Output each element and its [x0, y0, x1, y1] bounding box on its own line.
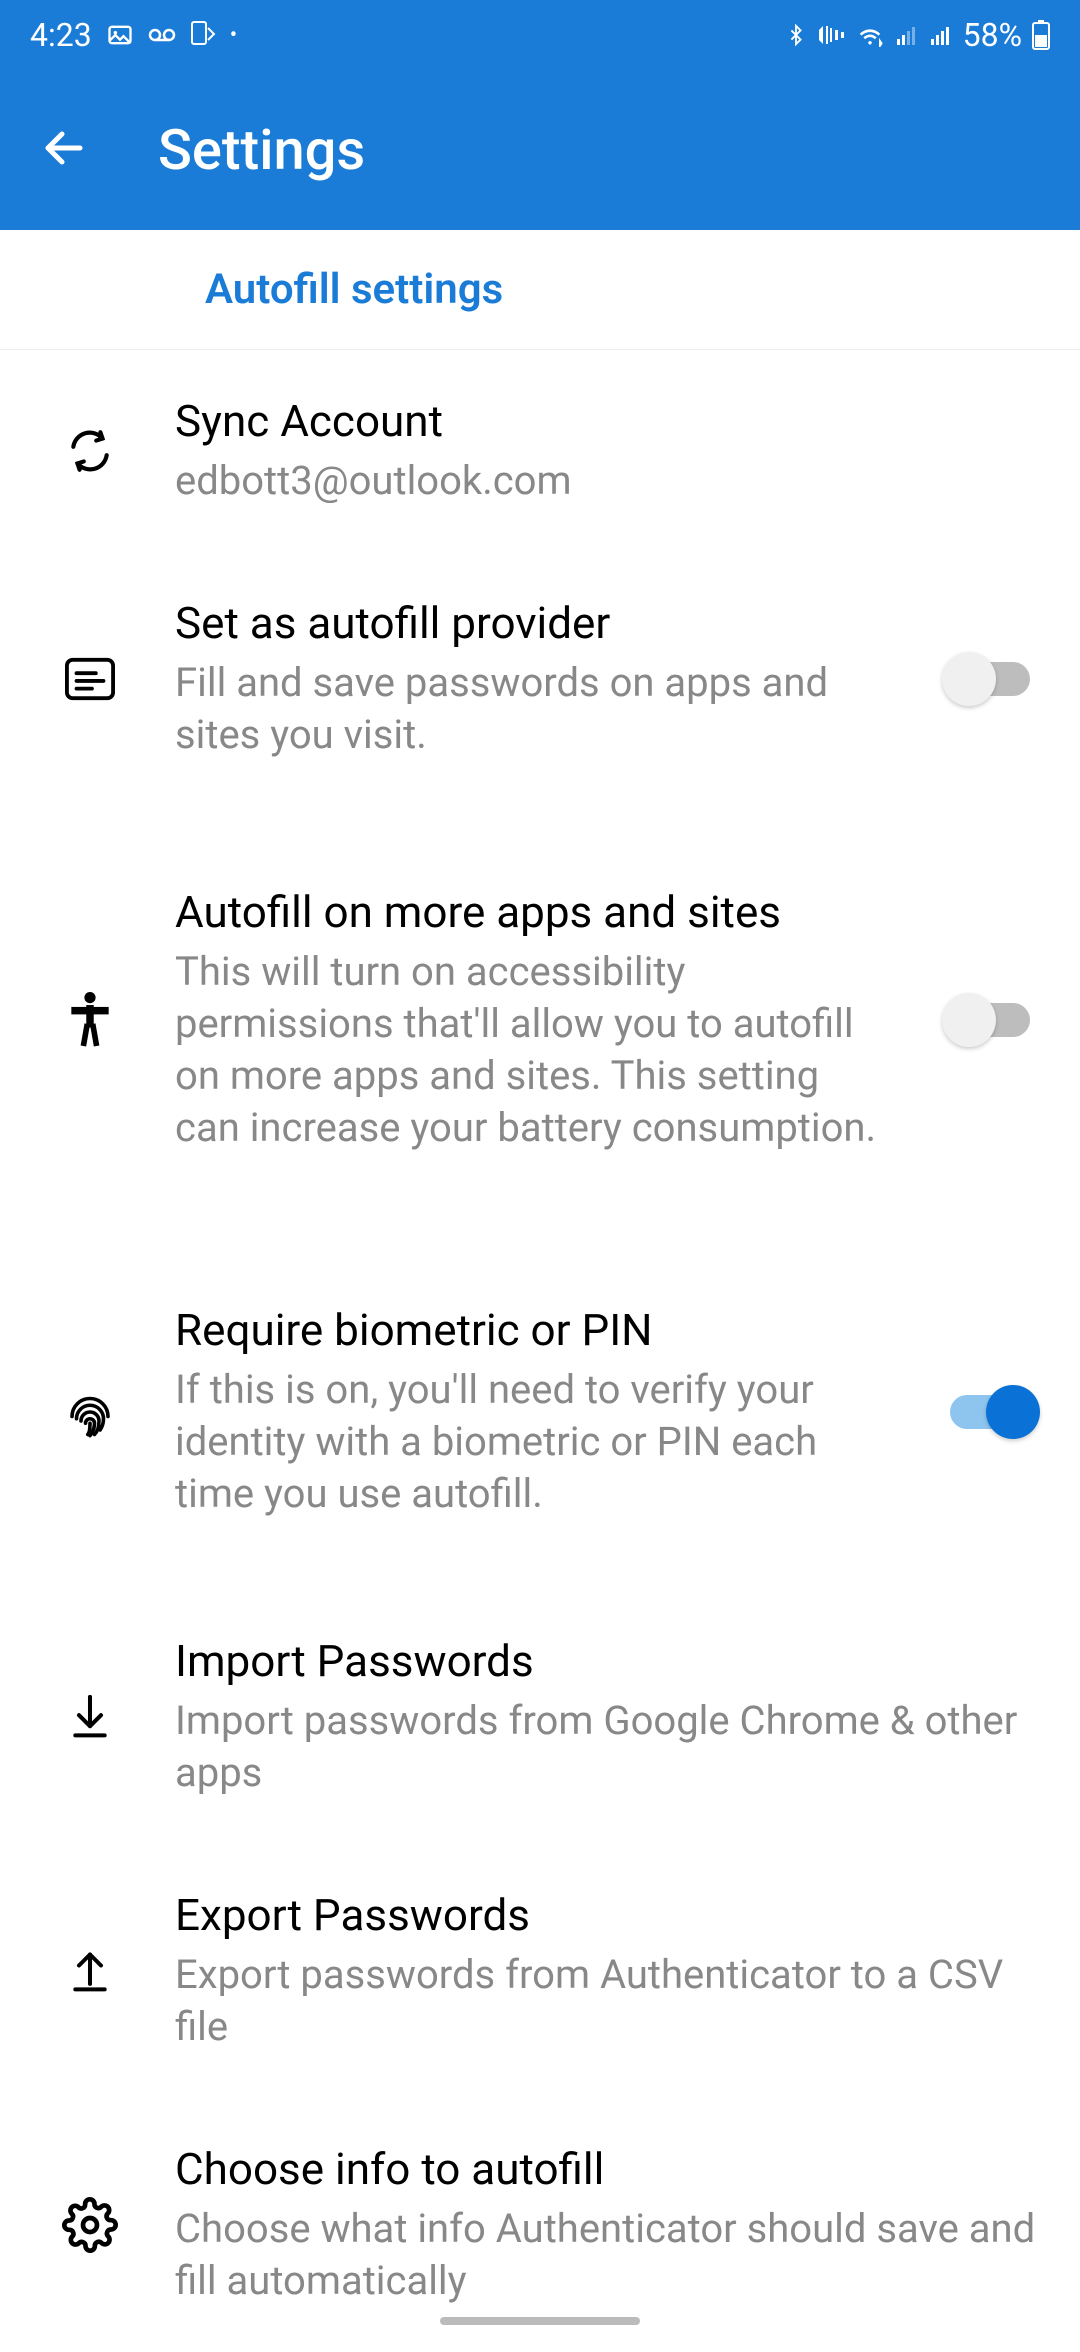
dot-icon: •: [230, 23, 237, 48]
phone-sync-icon: [190, 20, 216, 50]
setting-title: Choose info to autofill: [175, 2143, 1040, 2195]
setting-autofill-provider[interactable]: Set as autofill provider Fill and save p…: [0, 552, 1080, 806]
setting-title: Sync Account: [175, 395, 1040, 447]
sync-icon: [60, 421, 120, 481]
setting-desc: Fill and save passwords on apps and site…: [175, 657, 885, 761]
more-apps-toggle[interactable]: [940, 992, 1040, 1048]
picture-icon: [106, 21, 134, 49]
setting-import-passwords[interactable]: Import Passwords Import passwords from G…: [0, 1590, 1080, 1844]
setting-export-passwords[interactable]: Export Passwords Export passwords from A…: [0, 1844, 1080, 2098]
battery-icon: [1032, 20, 1050, 50]
setting-desc: Import passwords from Google Chrome & ot…: [175, 1695, 1040, 1799]
voicemail-icon: [148, 25, 176, 45]
app-bar: Settings: [0, 70, 1080, 230]
setting-sync-account[interactable]: Sync Account edbott3@outlook.com: [0, 350, 1080, 552]
status-right: 58%: [785, 16, 1050, 54]
bluetooth-icon: [785, 21, 807, 49]
upload-icon: [60, 1941, 120, 2001]
setting-more-apps[interactable]: Autofill on more apps and sites This wil…: [0, 806, 1080, 1234]
setting-title: Set as autofill provider: [175, 597, 885, 649]
download-icon: [60, 1687, 120, 1747]
settings-list: Sync Account edbott3@outlook.com Set as …: [0, 350, 1080, 2352]
gear-icon: [60, 2195, 120, 2255]
setting-choose-info[interactable]: Choose info to autofill Choose what info…: [0, 2098, 1080, 2352]
fingerprint-icon: [60, 1382, 120, 1442]
biometric-toggle[interactable]: [940, 1384, 1040, 1440]
vibrate-icon: [817, 22, 845, 48]
setting-title: Require biometric or PIN: [175, 1304, 885, 1356]
autofill-provider-toggle[interactable]: [940, 651, 1040, 707]
signal1-icon: [895, 23, 919, 47]
form-icon: [60, 649, 120, 709]
setting-biometric[interactable]: Require biometric or PIN If this is on, …: [0, 1234, 1080, 1590]
status-bar: 4:23 • 58%: [0, 0, 1080, 70]
section-header: Autofill settings: [0, 230, 1080, 350]
status-left: 4:23 •: [30, 16, 237, 54]
setting-desc: Export passwords from Authenticator to a…: [175, 1949, 1040, 2053]
home-indicator[interactable]: [440, 2317, 640, 2325]
setting-title: Import Passwords: [175, 1635, 1040, 1687]
signal2-icon: [929, 23, 953, 47]
back-button[interactable]: [40, 124, 88, 176]
setting-title: Autofill on more apps and sites: [175, 886, 885, 938]
page-title: Settings: [158, 117, 365, 183]
status-time: 4:23: [30, 16, 92, 54]
setting-desc: Choose what info Authenticator should sa…: [175, 2203, 1040, 2307]
accessibility-icon: [60, 990, 120, 1050]
setting-title: Export Passwords: [175, 1889, 1040, 1941]
setting-desc: If this is on, you'll need to verify you…: [175, 1364, 885, 1520]
setting-desc: This will turn on accessibility permissi…: [175, 946, 885, 1154]
battery-pct: 58%: [963, 16, 1022, 54]
wifi-icon: [855, 23, 885, 47]
setting-desc: edbott3@outlook.com: [175, 455, 1040, 507]
